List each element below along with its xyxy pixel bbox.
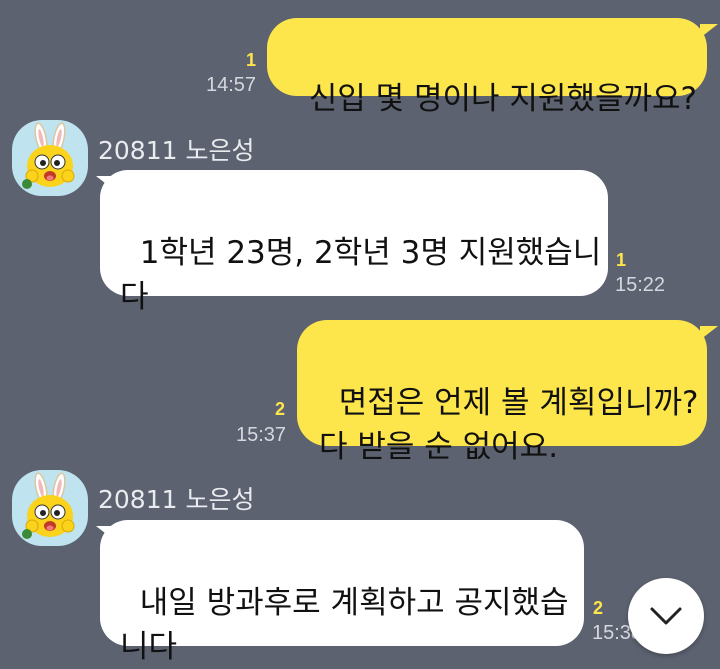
message-time: 15:37 (236, 424, 287, 446)
message-time: 14:57 (206, 74, 257, 96)
yellow-bunny-character-icon (22, 472, 75, 539)
unread-count: 2 (275, 399, 286, 419)
message-text: 1학년 23명, 2학년 3명 지원했습니 다 (120, 235, 602, 315)
avatar[interactable] (12, 470, 88, 546)
outgoing-message-bubble[interactable]: 신입 몇 명이나 지원했을까요? (267, 18, 707, 117)
avatar[interactable] (12, 120, 88, 196)
sender-name: 20811 노은성 (98, 485, 255, 514)
message-text: 면접은 언제 볼 계획입니까? 다 받을 순 없어요. (319, 385, 699, 465)
yellow-bunny-character-icon (22, 122, 75, 189)
message-time: 15:22 (615, 274, 666, 296)
unread-count: 2 (593, 598, 604, 618)
bubble-tail (700, 326, 718, 340)
message-text: 신입 몇 명이나 지원했을까요? (308, 81, 697, 117)
incoming-message-bubble[interactable]: 1학년 23명, 2학년 3명 지원했습니 다 (100, 170, 608, 315)
unread-count: 1 (246, 50, 257, 70)
scroll-to-bottom-button[interactable] (628, 578, 704, 654)
outgoing-message-bubble[interactable]: 면접은 언제 볼 계획입니까? 다 받을 순 없어요. (297, 320, 707, 465)
bubble-tail (700, 24, 718, 38)
message-text: 내일 방과후로 계획하고 공지했습 니다 (120, 585, 569, 665)
unread-count: 1 (616, 250, 627, 270)
incoming-message-bubble[interactable]: 내일 방과후로 계획하고 공지했습 니다 (100, 520, 584, 665)
sender-name: 20811 노은성 (98, 136, 255, 165)
chevron-down-icon (650, 607, 682, 625)
